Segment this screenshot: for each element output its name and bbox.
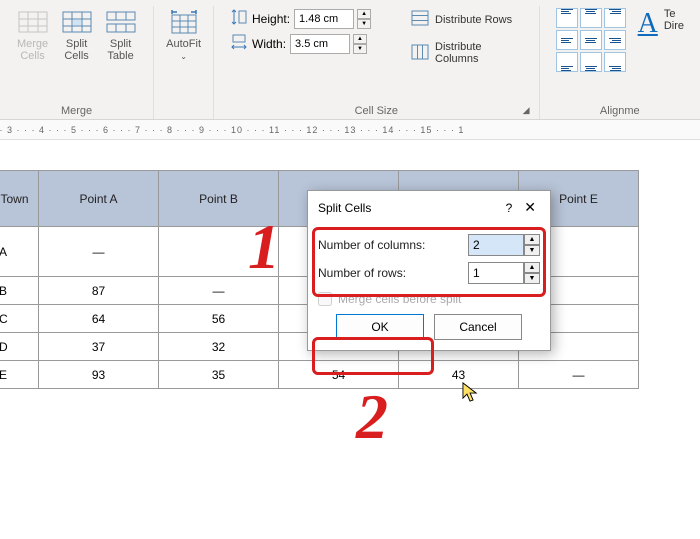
num-rows-label: Number of rows: [318,266,406,280]
num-rows-input[interactable] [468,262,524,284]
group-name-alignment: Alignme [600,101,640,119]
ribbon-group-merge: Merge Cells Split Cells Split Table Merg… [0,6,154,119]
dialog-help-button[interactable]: ? [506,201,513,215]
align-mid-right[interactable] [604,30,626,50]
align-top-right[interactable] [604,8,626,28]
num-rows-up[interactable]: ▲ [524,262,540,273]
dialog-close-button[interactable]: ✕ [520,199,540,216]
annotation-number-2: 2 [356,380,388,454]
height-up[interactable]: ▲ [357,9,371,19]
dialog-title: Split Cells [318,201,371,215]
ribbon: Merge Cells Split Cells Split Table Merg… [0,0,700,120]
group-name-cellsize: Cell Size [355,101,398,119]
split-table-button[interactable]: Split Table [101,6,141,64]
split-table-icon [105,8,137,36]
table-cell[interactable]: — [39,227,159,277]
table-row: E93355443— [0,361,639,389]
table-header[interactable]: Point B [159,171,279,227]
num-cols-down[interactable]: ▼ [524,245,540,256]
table-cell[interactable]: — [519,361,639,389]
table-cell[interactable] [159,227,279,277]
chevron-down-icon: ⌄ [180,52,187,61]
text-direction-label: Te [664,8,684,20]
align-bot-right[interactable] [604,52,626,72]
num-cols-label: Number of columns: [318,238,425,252]
num-rows-down[interactable]: ▼ [524,273,540,284]
autofit-icon [168,8,200,36]
split-cells-button[interactable]: Split Cells [57,6,97,64]
row-label[interactable]: E [0,361,39,389]
row-label[interactable]: C [0,305,39,333]
align-top-left[interactable] [556,8,578,28]
split-cells-icon [61,8,93,36]
num-cols-input[interactable] [468,234,524,256]
cell-margins-label: Dire [664,20,684,32]
distribute-cols-icon [411,44,429,63]
table-cell[interactable]: — [159,277,279,305]
height-down[interactable]: ▼ [357,19,371,29]
group-name-merge: Merge [61,101,92,119]
ok-button[interactable]: OK [336,314,424,340]
merge-before-split-checkbox: Merge cells before split [318,292,540,306]
width-up[interactable]: ▲ [353,34,367,44]
table-header[interactable]: Town [0,171,39,227]
align-mid-left[interactable] [556,30,578,50]
height-icon [230,8,248,29]
table-cell[interactable]: 93 [39,361,159,389]
row-label[interactable]: B [0,277,39,305]
ruler-ticks: · · 2 · · · 3 · · · 4 · · · 5 · · · 6 · … [0,125,464,135]
alignment-grid [556,8,626,72]
cancel-button[interactable]: Cancel [434,314,522,340]
height-label: Height: [252,12,290,26]
distribute-cols-button[interactable]: Distribute Columns [405,39,523,67]
height-input[interactable] [294,9,354,29]
table-cell[interactable]: 56 [159,305,279,333]
ribbon-group-cellsize: Height: ▲▼ Width: ▲▼ Distribute Rows [214,6,540,119]
distribute-rows-icon [411,10,429,29]
table-cell[interactable]: 64 [39,305,159,333]
width-down[interactable]: ▼ [353,44,367,54]
row-label[interactable]: D [0,333,39,361]
align-top-center[interactable] [580,8,602,28]
align-mid-center[interactable] [580,30,602,50]
height-row: Height: ▲▼ [230,8,371,29]
ribbon-group-alignment: A Te Dire Alignme [540,6,700,119]
table-cell[interactable]: 87 [39,277,159,305]
table-cell[interactable]: 35 [159,361,279,389]
align-bot-left[interactable] [556,52,578,72]
ruler[interactable]: · · 2 · · · 3 · · · 4 · · · 5 · · · 6 · … [0,120,700,140]
merge-cells-icon [17,8,49,36]
table-cell[interactable]: 32 [159,333,279,361]
width-row: Width: ▲▼ [230,33,371,54]
table-header[interactable]: Point A [39,171,159,227]
ribbon-group-autofit: AutoFit⌄ [154,6,214,119]
text-direction-icon[interactable]: A [638,8,658,40]
row-label[interactable]: A [0,227,39,277]
split-cells-dialog: Split Cells ? ✕ Number of columns: ▲▼ Nu… [307,190,551,351]
width-label: Width: [252,37,286,51]
dialog-titlebar[interactable]: Split Cells ? ✕ [308,191,550,224]
width-icon [230,33,248,54]
align-bot-center[interactable] [580,52,602,72]
table-cell[interactable]: 54 [279,361,399,389]
autofit-button[interactable]: AutoFit⌄ [162,6,205,64]
table-cell[interactable]: 37 [39,333,159,361]
width-input[interactable] [290,34,350,54]
num-cols-up[interactable]: ▲ [524,234,540,245]
merge-before-checkbox [318,292,332,306]
distribute-rows-button[interactable]: Distribute Rows [405,8,523,31]
cellsize-dialog-launcher[interactable]: ◢ [523,105,535,117]
table-cell[interactable]: 43 [399,361,519,389]
merge-cells-button: Merge Cells [13,6,53,64]
